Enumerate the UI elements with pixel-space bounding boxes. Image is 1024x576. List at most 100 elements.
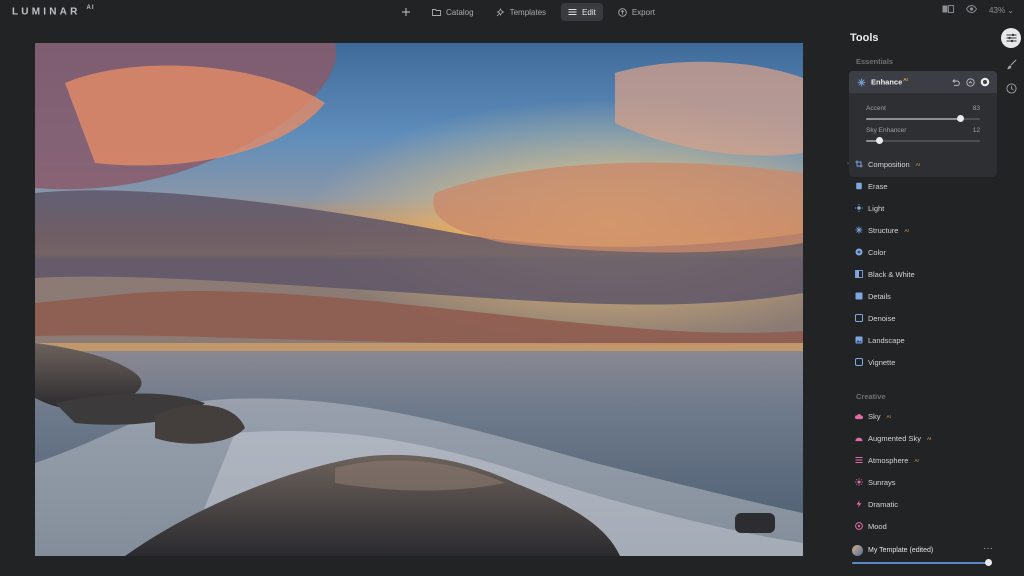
seascape-photo <box>35 43 803 556</box>
denoise-icon <box>855 314 863 322</box>
brush-panel-button[interactable] <box>1001 54 1021 74</box>
tool-composition[interactable]: › Composition AI <box>847 157 920 171</box>
tool-denoise[interactable]: Denoise <box>855 311 896 325</box>
tool-augmented-sky[interactable]: Augmented Sky AI <box>855 431 931 445</box>
template-bar: My Template (edited) ··· <box>842 540 1000 568</box>
tool-label: Vignette <box>868 357 896 367</box>
tool-vignette[interactable]: Vignette <box>855 355 895 369</box>
color-icon <box>855 248 863 256</box>
sky-enhancer-label: Sky Enhancer <box>866 127 907 134</box>
tool-details[interactable]: Details <box>855 289 891 303</box>
tab-catalog[interactable]: Catalog <box>425 3 481 21</box>
tool-label: Black & White <box>868 269 915 279</box>
photo-canvas[interactable] <box>35 43 803 556</box>
tool-atmosphere[interactable]: Atmosphere AI <box>855 453 919 467</box>
compare-icon[interactable] <box>942 5 954 15</box>
ai-badge: AI <box>926 435 932 441</box>
mood-icon <box>855 522 863 530</box>
tool-label: Sky <box>868 411 881 421</box>
template-avatar <box>852 545 863 556</box>
undo-icon[interactable] <box>950 77 960 87</box>
tool-erase[interactable]: Erase <box>855 179 888 193</box>
landscape-icon <box>855 336 863 344</box>
template-amount-slider[interactable] <box>852 559 992 566</box>
tool-label: Denoise <box>868 313 896 323</box>
tool-label: Sunrays <box>868 477 896 487</box>
vignette-icon <box>855 358 863 366</box>
tool-label: Augmented Sky <box>868 433 921 443</box>
tab-export[interactable]: Export <box>611 3 662 21</box>
eraser-icon <box>855 182 863 190</box>
tool-color[interactable]: Color <box>855 245 886 259</box>
clock-icon <box>1005 82 1017 94</box>
tool-sky[interactable]: Sky AI <box>855 409 891 423</box>
adjustments-icon <box>1006 33 1016 43</box>
add-photos-button[interactable] <box>395 3 417 21</box>
ai-badge: AI <box>886 413 891 419</box>
atmosphere-icon <box>855 456 863 464</box>
crop-icon <box>855 160 863 168</box>
top-bar: LUMINAR AI Catalog Templates Edit Export… <box>0 0 1024 24</box>
app-logo: LUMINAR AI <box>12 5 95 18</box>
tool-label: Erase <box>868 181 888 191</box>
accent-value: 83 <box>972 105 980 112</box>
tool-mood[interactable]: Mood <box>855 519 887 533</box>
cloud-icon <box>855 412 863 420</box>
ai-badge: AI <box>915 161 920 167</box>
tool-light[interactable]: Light <box>855 201 884 215</box>
sky-enhancer-value: 12 <box>972 127 980 134</box>
view-controls: 43% ⌄ <box>942 5 1014 15</box>
page-title: Tools <box>850 32 879 44</box>
more-options-icon[interactable]: ··· <box>983 543 993 554</box>
tools-panel-button[interactable] <box>1001 28 1021 48</box>
tool-label: Atmosphere <box>868 455 909 465</box>
tab-edit[interactable]: Edit <box>561 3 603 21</box>
history-panel-button[interactable] <box>1001 78 1021 98</box>
tool-label: Color <box>868 247 886 257</box>
accent-label: Accent <box>866 105 886 112</box>
accent-slider[interactable]: Accent 83 <box>866 105 980 122</box>
tool-label: Landscape <box>868 335 905 345</box>
sunrays-icon <box>855 478 863 486</box>
reset-icon[interactable] <box>965 77 975 87</box>
tab-templates[interactable]: Templates <box>489 3 553 21</box>
creative-label: Creative <box>856 392 886 401</box>
tool-dramatic[interactable]: Dramatic <box>855 497 898 511</box>
folder-icon <box>432 8 441 17</box>
dramatic-icon <box>855 500 863 508</box>
brush-icon <box>1006 59 1016 69</box>
chevron-down-icon: ⌄ <box>1007 5 1014 15</box>
sky-enhancer-knob[interactable] <box>876 137 884 144</box>
templates-icon <box>496 7 505 17</box>
structure-icon <box>855 226 863 234</box>
ai-badge: AI <box>904 227 909 233</box>
bw-icon <box>855 270 863 278</box>
chevron-right-icon: › <box>847 161 849 167</box>
tool-structure[interactable]: Structure AI <box>855 223 909 237</box>
enhance-header[interactable]: EnhanceAI <box>849 71 997 93</box>
ai-badge: AI <box>914 457 919 463</box>
essentials-label: Essentials <box>856 57 894 66</box>
tools-sidebar: Tools Essentials EnhanceAI Accent 83 Sky … <box>842 24 1000 576</box>
eye-icon[interactable] <box>966 5 978 15</box>
sky-enhancer-slider[interactable]: Sky Enhancer 12 <box>866 127 980 144</box>
enhance-icon <box>856 77 866 87</box>
tool-label: Light <box>868 203 885 213</box>
template-slider-knob[interactable] <box>984 559 992 566</box>
zoom-dropdown[interactable]: 43% ⌄ <box>989 6 1014 15</box>
augmented-sky-icon <box>855 434 863 442</box>
tool-label: Composition <box>868 159 910 169</box>
tool-sunrays[interactable]: Sunrays <box>855 475 896 489</box>
template-name[interactable]: My Template (edited) <box>868 547 933 554</box>
plus-icon <box>402 8 410 16</box>
visibility-toggle-icon[interactable] <box>980 77 990 87</box>
tool-landscape[interactable]: Landscape <box>855 333 905 347</box>
accent-knob[interactable] <box>957 115 965 122</box>
sliders-icon <box>568 8 577 17</box>
tool-label: Details <box>868 291 891 301</box>
tool-label: Dramatic <box>868 499 899 509</box>
export-icon <box>618 7 627 17</box>
tool-black-white[interactable]: Black & White <box>855 267 915 281</box>
main-nav: Catalog Templates Edit Export <box>395 3 662 21</box>
enhance-title: EnhanceAI <box>871 77 908 87</box>
